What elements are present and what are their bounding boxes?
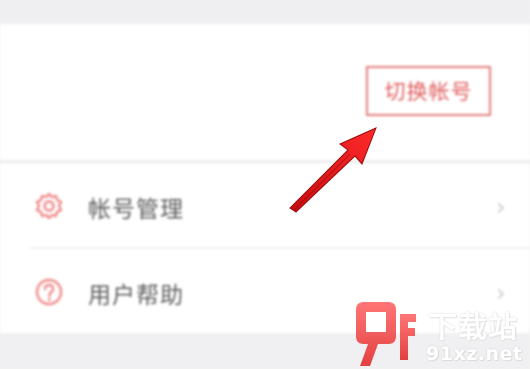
top-strip [0,0,530,24]
menu-item-label: 帐号管理 [88,197,184,223]
switch-account-button[interactable]: 切换帐号 [366,66,491,116]
watermark: 下载站 91xz.net [350,300,530,369]
watermark-title: 下载站 [428,310,519,344]
watermark-domain: 91xz.net [426,343,523,365]
site-logo-icon [356,302,416,366]
chevron-right-icon: › [496,193,506,221]
menu-item-label: 用户帮助 [88,283,184,309]
pointer-arrow-icon [289,127,377,213]
help-icon [35,278,63,306]
gear-icon [35,192,63,220]
menu-item-account-management[interactable]: 帐号管理 › [0,163,530,247]
